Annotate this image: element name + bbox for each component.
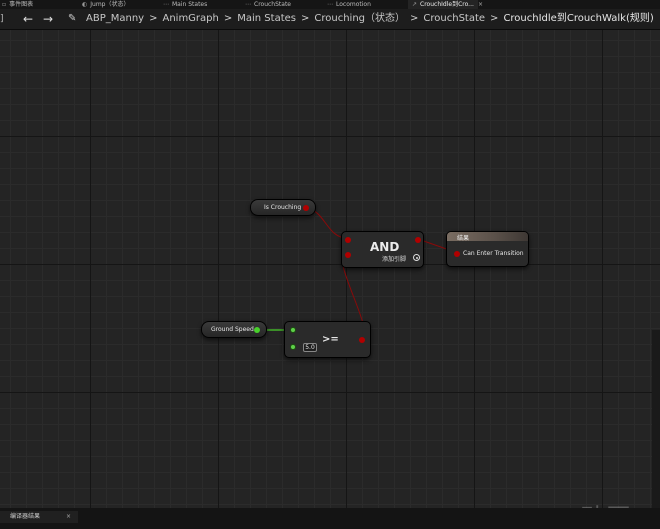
document-tab-strip: ▫ 事件图表 ◐ Jump（状态） ⋯ Main States ⋯ CrouchStat… <box>0 0 660 9</box>
can-enter-transition-label: Can Enter Transition <box>463 250 524 257</box>
and-node[interactable]: AND 添加引脚 <box>341 231 424 268</box>
result-node[interactable]: 结果 Can Enter Transition <box>446 231 529 267</box>
and-input-pin-b[interactable] <box>345 252 351 258</box>
state-machine-icon: ⋯ <box>245 1 251 8</box>
compare-node[interactable]: 5.0 >= <box>284 321 371 358</box>
canvas-scroll-edge <box>652 330 660 508</box>
compare-value-input[interactable]: 5.0 <box>303 343 317 352</box>
breadcrumb-separator: > <box>490 13 499 24</box>
close-tab-icon[interactable]: × <box>478 0 483 9</box>
and-output-pin[interactable] <box>415 237 421 243</box>
breadcrumb-separator: > <box>300 13 310 24</box>
wire-layer <box>256 207 456 340</box>
breadcrumb-separator: > <box>410 13 419 24</box>
breadcrumb-item[interactable]: ABP_Manny <box>86 13 144 24</box>
breadcrumb-item[interactable]: AnimGraph <box>162 13 218 24</box>
menu-stub[interactable]: ] <box>0 14 4 24</box>
result-node-header: 结果 <box>447 232 528 242</box>
breadcrumb-separator: > <box>223 13 233 24</box>
back-button[interactable]: ← <box>23 12 33 26</box>
ground-speed-node[interactable]: Ground Speed <box>201 321 267 338</box>
state-icon: ◐ <box>82 1 88 8</box>
tab-main-states[interactable]: ⋯ Main States <box>163 0 207 9</box>
state-machine-icon: ⋯ <box>163 1 169 8</box>
breadcrumb-item[interactable]: CrouchState <box>423 13 485 24</box>
can-enter-transition-pin[interactable] <box>454 251 460 257</box>
compare-input-pin-a[interactable] <box>290 327 296 333</box>
tab-jump-state[interactable]: ◐ Jump（状态） <box>82 0 129 9</box>
breadcrumb-toolbar: ] ← → ✎ ABP_Manny > AnimGraph > Main States >… <box>0 9 660 30</box>
compare-output-pin[interactable] <box>359 337 365 343</box>
add-pin-button[interactable]: 添加引脚 <box>382 254 406 263</box>
and-input-pin-a[interactable] <box>345 237 351 243</box>
close-tab-icon[interactable]: × <box>66 511 71 523</box>
add-pin-icon[interactable] <box>413 254 420 261</box>
ground-speed-label: Ground Speed <box>211 326 254 333</box>
transition-icon: ↗ <box>412 1 418 8</box>
bottom-panel-strip: 编译器结果 × <box>0 508 660 529</box>
is-crouching-output-pin[interactable] <box>303 205 309 211</box>
graph-watermark: 动画 <box>580 498 632 508</box>
breadcrumb-separator: > <box>149 13 158 24</box>
and-node-title: AND <box>370 240 400 254</box>
is-crouching-node[interactable]: Is Crouching <box>250 199 316 216</box>
tab-locomotion[interactable]: ⋯ Locomotion <box>327 0 371 9</box>
graph-icon: ▫ <box>2 1 7 8</box>
is-crouching-label: Is Crouching <box>264 204 302 211</box>
compare-operator: >= <box>322 334 339 345</box>
breadcrumb: ABP_Manny > AnimGraph > Main States > Crouchin… <box>86 13 654 25</box>
ground-speed-output-pin[interactable] <box>254 327 260 333</box>
breadcrumb-item[interactable]: Crouching（状态） <box>314 13 405 24</box>
breadcrumb-current[interactable]: CrouchIdle到CrouchWalk(规则) <box>503 13 653 24</box>
tab-crouch-state[interactable]: ⋯ CrouchState <box>245 0 291 9</box>
pencil-icon[interactable]: ✎ <box>68 13 76 24</box>
breadcrumb-item[interactable]: Main States <box>237 13 296 24</box>
compare-input-pin-b[interactable] <box>290 344 296 350</box>
forward-button[interactable]: → <box>43 12 53 26</box>
result-node-title: 结果 <box>457 235 470 242</box>
tab-crouch-transition[interactable]: ↗ CrouchIdle到Cro... <box>408 0 478 9</box>
state-machine-icon: ⋯ <box>327 1 333 8</box>
tab-event-graph[interactable]: ▫ 事件图表 <box>2 0 33 9</box>
graph-canvas[interactable]: Is Crouching AND 添加引脚 结果 Can Enter Trans… <box>0 30 660 508</box>
